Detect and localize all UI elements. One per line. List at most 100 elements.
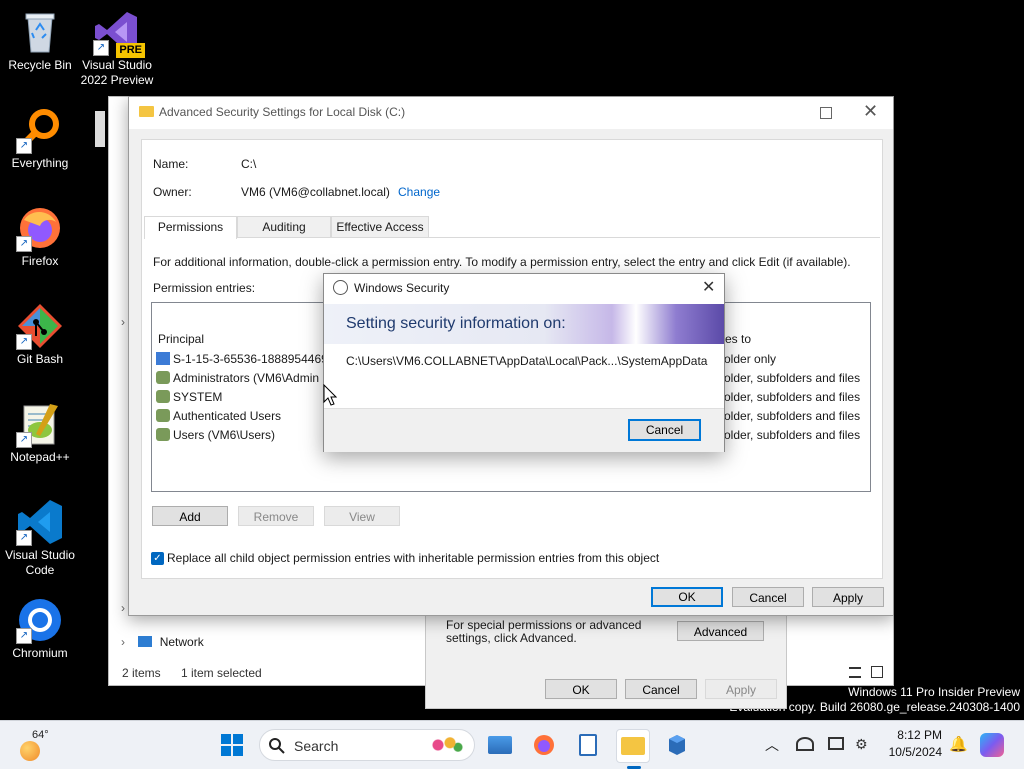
mouse-cursor-icon (323, 383, 338, 409)
desktop-icon-vscode[interactable]: ↗ Visual Studio Code (0, 498, 80, 578)
desktop-icon-label: Firefox (21, 254, 59, 268)
search-placeholder: Search (294, 738, 339, 754)
watermark-line-1: Windows 11 Pro Insider Preview (848, 685, 1020, 699)
desktop-icon-label: Notepad++ (10, 450, 70, 464)
advanced-button[interactable]: Advanced (677, 621, 764, 641)
desktop-icon-label: Git Bash (16, 352, 64, 366)
chevron-right-icon[interactable]: › (121, 315, 125, 329)
status-item-count: 2 items (122, 666, 161, 680)
details-view-icon[interactable] (849, 667, 861, 678)
close-icon[interactable]: ✕ (863, 101, 878, 122)
taskbar-notepad[interactable] (572, 729, 604, 761)
folder-icon (139, 106, 154, 117)
tab-effective-access[interactable]: Effective Access (331, 216, 429, 237)
principal-name: S-1-15-3-65536-1888954469- (173, 352, 332, 366)
principal-name: Users (VM6\Users) (173, 428, 276, 442)
settings-sliders-icon[interactable]: ⚙ (855, 736, 868, 753)
column-header-principal[interactable]: Principal (158, 332, 204, 346)
bell-icon[interactable]: 🔔 (949, 735, 968, 753)
google-chrome-icon (95, 111, 105, 147)
cancel-button[interactable]: Cancel (628, 419, 701, 441)
desktop-icon-git-bash[interactable]: ↗ Git Bash (0, 302, 80, 367)
clock-icon (333, 280, 348, 295)
taskbar-search-box[interactable]: Search (259, 729, 475, 761)
desktop-icon-label: Visual Studio Code (5, 548, 75, 577)
desktop-icon-notepad-plus-plus[interactable]: ↗ Notepad++ (0, 400, 80, 465)
cancel-button[interactable]: Cancel (625, 679, 697, 699)
task-view-button[interactable] (484, 729, 516, 761)
apply-button[interactable]: Apply (812, 587, 884, 607)
recycle-bin-icon (16, 8, 64, 56)
device-monitor-icon[interactable] (828, 737, 844, 750)
applies-to-value: older only (724, 352, 777, 366)
special-permissions-text: For special permissions or advanced sett… (446, 618, 642, 645)
search-highlight-icon (426, 734, 466, 756)
preview-badge: PRE (116, 43, 145, 58)
vscode-icon: ↗ (16, 498, 64, 546)
desktop-icon-recycle-bin[interactable]: Recycle Bin (0, 8, 80, 73)
column-header-applies-to[interactable]: es to (725, 332, 751, 346)
chevron-up-icon[interactable]: ︿ (765, 735, 779, 755)
notepad-plus-plus-icon: ↗ (16, 400, 64, 448)
windows-logo-icon (221, 734, 243, 756)
permission-entry[interactable]: Administrators (VM6\Admin (156, 369, 319, 387)
start-button[interactable] (216, 729, 248, 761)
nav-item-network[interactable]: › Network (121, 633, 204, 651)
tiles-view-icon[interactable] (871, 666, 883, 678)
applies-to-value: older, subfolders and files (724, 371, 861, 385)
taskbar-firefox[interactable] (528, 729, 560, 761)
status-selected-count: 1 item selected (181, 666, 262, 680)
permission-entry[interactable]: S-1-15-3-65536-1888954469- (156, 350, 332, 368)
nav-item-label: Network (159, 635, 204, 649)
replace-child-permissions-label: Replace all child object permission entr… (167, 551, 660, 565)
search-icon (269, 738, 285, 754)
replace-child-permissions-checkbox[interactable]: ✓ (151, 552, 164, 565)
taskbar-file-explorer[interactable] (616, 729, 650, 769)
everything-search-icon: ↗ (16, 106, 64, 154)
folder-tiles-icon (488, 736, 512, 754)
permission-entry[interactable]: Users (VM6\Users) (156, 426, 275, 444)
view-button[interactable]: View (324, 506, 400, 526)
properties-dialog: For special permissions or advanced sett… (425, 612, 787, 709)
tab-permissions[interactable]: Permissions (144, 216, 237, 239)
desktop-icon-firefox[interactable]: ↗ Firefox (0, 204, 80, 269)
maximize-icon[interactable] (820, 107, 832, 119)
firefox-icon: ↗ (16, 204, 64, 252)
desktop-icon-everything[interactable]: ↗ Everything (0, 106, 80, 171)
clock-widget[interactable]: 8:12 PM 10/5/2024 (880, 727, 942, 761)
folder-icon (621, 737, 645, 755)
ok-button[interactable]: OK (545, 679, 617, 699)
copilot-icon[interactable] (980, 733, 1004, 757)
chevron-right-icon: › (121, 635, 125, 649)
add-button[interactable]: Add (152, 506, 228, 526)
ok-button[interactable]: OK (651, 587, 723, 607)
tab-auditing[interactable]: Auditing (237, 216, 331, 237)
network-disconnected-icon[interactable] (796, 737, 814, 751)
shortcut-arrow-icon: ↗ (16, 530, 32, 546)
info-text: For additional information, double-click… (153, 255, 851, 269)
applies-to-value: older, subfolders and files (724, 428, 861, 442)
change-owner-link[interactable]: Change (398, 185, 440, 199)
desktop-icon-chromium[interactable]: ↗ Chromium (0, 596, 80, 661)
owner-label: Owner: (153, 185, 192, 199)
weather-widget[interactable]: 64° (18, 729, 58, 761)
permission-entry[interactable]: SYSTEM (156, 388, 222, 406)
close-icon[interactable]: ✕ (702, 277, 715, 297)
windows-security-dialog: Windows Security ✕ Setting security info… (323, 273, 725, 452)
name-value: C:\ (241, 157, 257, 171)
desktop-icon-label: Visual Studio 2022 Preview (80, 58, 154, 87)
network-icon (138, 636, 153, 647)
tab-underline (144, 237, 880, 238)
cancel-button[interactable]: Cancel (732, 587, 804, 607)
taskbar-app-cubes[interactable] (661, 729, 693, 761)
chevron-right-icon[interactable]: › (121, 601, 125, 615)
permission-entry[interactable]: Authenticated Users (156, 407, 281, 425)
desktop-icon-label: Recycle Bin (8, 58, 72, 72)
visual-studio-preview-icon: PRE ↗ (93, 8, 145, 58)
name-label: Name: (153, 157, 189, 171)
weather-icon (20, 741, 40, 761)
shortcut-arrow-icon: ↗ (16, 432, 32, 448)
desktop-icon-visual-studio-preview[interactable]: PRE ↗ Visual Studio 2022 Preview (77, 8, 157, 88)
remove-button[interactable]: Remove (238, 506, 314, 526)
apply-button[interactable]: Apply (705, 679, 777, 699)
